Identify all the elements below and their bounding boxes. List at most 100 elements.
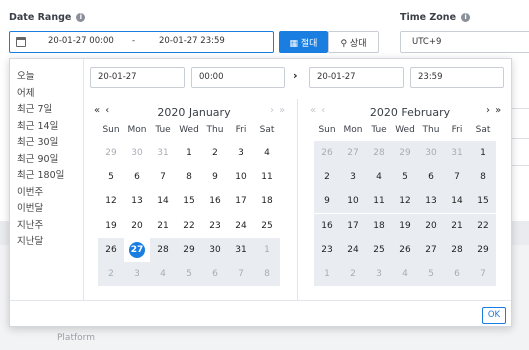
selected-day-cell[interactable]: 27 bbox=[124, 238, 150, 262]
day-cell[interactable]: 6 bbox=[202, 262, 228, 286]
preset-item[interactable]: 오늘 bbox=[17, 68, 34, 82]
day-cell[interactable]: 21 bbox=[444, 213, 470, 238]
end-time-input[interactable]: 23:59 bbox=[410, 67, 504, 88]
day-cell[interactable]: 31 bbox=[228, 237, 254, 262]
day-cell[interactable]: 17 bbox=[340, 213, 366, 238]
day-cell[interactable]: 14 bbox=[150, 189, 176, 213]
day-cell[interactable]: 25 bbox=[254, 214, 280, 238]
day-cell[interactable]: 30 bbox=[418, 141, 444, 165]
day-cell[interactable]: 4 bbox=[366, 165, 392, 190]
day-cell[interactable]: 16 bbox=[202, 189, 228, 213]
day-cell[interactable]: 30 bbox=[124, 141, 150, 165]
day-cell[interactable]: 24 bbox=[228, 214, 254, 238]
day-cell[interactable]: 5 bbox=[176, 262, 202, 286]
next-month-button[interactable]: › » bbox=[270, 105, 286, 116]
day-cell[interactable]: 5 bbox=[98, 165, 124, 189]
preset-item[interactable]: 최근 7일 bbox=[17, 101, 52, 115]
preset-item[interactable]: 최근 90일 bbox=[17, 151, 58, 165]
day-cell[interactable]: 30 bbox=[202, 237, 228, 262]
day-cell[interactable]: 15 bbox=[470, 189, 496, 214]
day-cell[interactable]: 17 bbox=[228, 189, 254, 213]
day-cell[interactable]: 26 bbox=[314, 141, 340, 165]
day-cell[interactable]: 9 bbox=[314, 189, 340, 214]
prev-month-button[interactable]: « ‹ bbox=[94, 105, 110, 116]
day-cell[interactable]: 31 bbox=[150, 141, 176, 165]
day-cell[interactable]: 28 bbox=[366, 141, 392, 165]
day-cell[interactable]: 7 bbox=[444, 165, 470, 190]
day-cell[interactable]: 1 bbox=[254, 237, 280, 262]
day-cell[interactable]: 6 bbox=[124, 165, 150, 189]
day-cell[interactable]: 10 bbox=[340, 189, 366, 214]
preset-item[interactable]: 어제 bbox=[17, 85, 34, 99]
day-cell[interactable]: 29 bbox=[392, 141, 418, 165]
day-cell[interactable]: 18 bbox=[366, 213, 392, 238]
day-cell[interactable]: 8 bbox=[470, 165, 496, 190]
date-range-input[interactable]: 20-01-27 00:00 - 20-01-27 23:59 bbox=[9, 31, 274, 53]
day-cell[interactable]: 5 bbox=[392, 165, 418, 190]
day-cell[interactable]: 6 bbox=[418, 165, 444, 190]
day-cell[interactable]: 8 bbox=[176, 165, 202, 189]
day-cell[interactable]: 4 bbox=[392, 262, 418, 286]
day-cell[interactable]: 23 bbox=[202, 214, 228, 238]
day-cell[interactable]: 13 bbox=[124, 189, 150, 213]
day-cell[interactable]: 26 bbox=[392, 237, 418, 262]
day-cell[interactable]: 11 bbox=[366, 189, 392, 214]
day-cell[interactable]: 4 bbox=[254, 141, 280, 165]
day-cell[interactable]: 1 bbox=[470, 141, 496, 165]
day-cell[interactable]: 8 bbox=[254, 262, 280, 286]
day-cell[interactable]: 2 bbox=[314, 165, 340, 190]
day-cell[interactable]: 1 bbox=[176, 141, 202, 165]
day-cell[interactable]: 10 bbox=[228, 165, 254, 189]
preset-item[interactable]: 최근 30일 bbox=[17, 134, 58, 148]
info-icon[interactable]: i bbox=[76, 13, 86, 22]
day-cell[interactable]: 3 bbox=[366, 262, 392, 286]
day-cell[interactable]: 4 bbox=[150, 262, 176, 286]
day-cell[interactable]: 28 bbox=[444, 237, 470, 262]
day-cell[interactable]: 2 bbox=[98, 262, 124, 286]
day-cell[interactable]: 6 bbox=[444, 262, 470, 286]
day-cell[interactable]: 1 bbox=[314, 262, 340, 286]
day-cell[interactable]: 3 bbox=[124, 262, 150, 286]
day-cell[interactable]: 23 bbox=[314, 237, 340, 262]
day-cell[interactable]: 13 bbox=[418, 189, 444, 214]
day-cell[interactable]: 2 bbox=[202, 141, 228, 165]
day-cell[interactable]: 28 bbox=[150, 237, 176, 262]
day-cell[interactable]: 7 bbox=[150, 165, 176, 189]
next-month-button[interactable]: › » bbox=[486, 105, 502, 116]
preset-item[interactable]: 지난달 bbox=[17, 233, 43, 247]
info-icon[interactable]: i bbox=[461, 13, 471, 22]
day-cell[interactable]: 3 bbox=[340, 165, 366, 190]
day-cell[interactable]: 7 bbox=[228, 262, 254, 286]
preset-item[interactable]: 최근 180일 bbox=[17, 167, 64, 181]
day-cell[interactable]: 5 bbox=[418, 262, 444, 286]
day-cell[interactable]: 9 bbox=[202, 165, 228, 189]
day-cell[interactable]: 15 bbox=[176, 189, 202, 213]
day-cell[interactable]: 22 bbox=[176, 214, 202, 238]
time-zone-select[interactable]: UTC+9 bbox=[400, 31, 529, 53]
day-cell[interactable]: 20 bbox=[124, 214, 150, 238]
day-cell[interactable]: 21 bbox=[150, 214, 176, 238]
prev-month-button[interactable]: « ‹ bbox=[310, 105, 326, 116]
day-cell[interactable]: 24 bbox=[340, 237, 366, 262]
start-time-input[interactable]: 00:00 bbox=[191, 67, 285, 88]
day-cell[interactable]: 16 bbox=[314, 213, 340, 238]
preset-item[interactable]: 이번주 bbox=[17, 184, 43, 198]
day-cell[interactable]: 12 bbox=[392, 189, 418, 214]
preset-item[interactable]: 지난주 bbox=[17, 217, 43, 231]
day-cell[interactable]: 18 bbox=[254, 189, 280, 213]
end-date-input[interactable]: 20-01-27 bbox=[309, 67, 404, 88]
relative-mode-button[interactable]: ⚲ 상대 bbox=[328, 31, 379, 53]
day-cell[interactable]: 12 bbox=[98, 189, 124, 213]
day-cell[interactable]: 20 bbox=[418, 213, 444, 238]
day-cell[interactable]: 14 bbox=[444, 189, 470, 214]
day-cell[interactable]: 7 bbox=[470, 262, 496, 286]
ok-button[interactable]: OK bbox=[482, 307, 506, 324]
day-cell[interactable]: 27 bbox=[340, 141, 366, 165]
day-cell[interactable]: 27 bbox=[418, 237, 444, 262]
day-cell[interactable]: 19 bbox=[98, 214, 124, 238]
day-cell[interactable]: 3 bbox=[228, 141, 254, 165]
day-cell[interactable]: 2 bbox=[340, 262, 366, 286]
preset-item[interactable]: 최근 14일 bbox=[17, 118, 58, 132]
start-date-input[interactable]: 20-01-27 bbox=[90, 67, 185, 88]
absolute-mode-button[interactable]: ▦ 절대 bbox=[279, 31, 328, 53]
